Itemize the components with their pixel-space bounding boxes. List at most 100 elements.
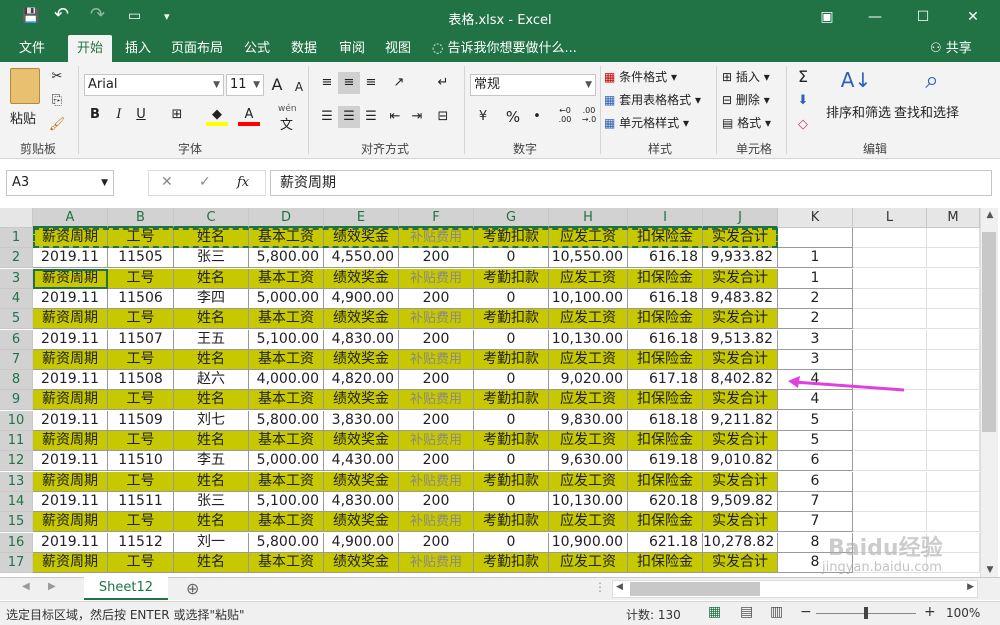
cut-icon[interactable]: ✂ xyxy=(46,66,68,88)
table-cell[interactable]: 李四 xyxy=(174,288,249,309)
table-cell[interactable]: 5,000.00 xyxy=(249,451,324,472)
scroll-right-icon[interactable]: ▶ xyxy=(967,582,974,592)
header-cell[interactable]: 实发合计 xyxy=(703,228,778,248)
delete-cells-button[interactable]: ⊟ 删除 ▾ xyxy=(722,91,770,108)
header-cell[interactable]: 姓名 xyxy=(174,390,249,411)
empty-cell[interactable] xyxy=(927,309,980,330)
row-header[interactable]: 7 xyxy=(0,349,33,370)
column-header-d[interactable]: D xyxy=(249,208,324,228)
header-cell[interactable]: 补贴费用 xyxy=(399,431,474,451)
orientation-icon[interactable]: ↗ xyxy=(388,72,410,94)
header-cell[interactable]: 扣保险金 xyxy=(628,349,703,370)
header-cell[interactable]: 应发工资 xyxy=(549,390,628,411)
clear-icon[interactable]: ◇ xyxy=(792,114,814,136)
empty-cell[interactable] xyxy=(927,288,980,309)
header-cell[interactable]: 薪资周期 xyxy=(33,390,108,411)
header-cell[interactable]: 姓名 xyxy=(174,431,249,451)
table-cell[interactable]: 4,830.00 xyxy=(324,329,399,350)
k-cell[interactable]: 6 xyxy=(778,471,853,492)
table-cell[interactable]: 3,830.00 xyxy=(324,410,399,431)
table-cell[interactable]: 616.18 xyxy=(628,329,703,350)
table-cell[interactable]: 11510 xyxy=(108,451,174,472)
table-cell[interactable]: 9,830.00 xyxy=(549,410,628,431)
header-cell[interactable]: 基本工资 xyxy=(249,228,324,248)
header-cell[interactable]: 补贴费用 xyxy=(399,390,474,411)
header-cell[interactable]: 补贴费用 xyxy=(399,268,474,289)
empty-cell[interactable] xyxy=(853,349,927,370)
empty-cell[interactable] xyxy=(927,431,980,451)
empty-cell[interactable] xyxy=(853,451,927,472)
empty-cell[interactable] xyxy=(927,329,980,350)
table-cell[interactable]: 2019.11 xyxy=(33,491,108,512)
table-cell[interactable]: 9,509.82 xyxy=(703,491,778,512)
copy-icon[interactable]: ⎘ xyxy=(46,90,68,112)
row-header[interactable]: 6 xyxy=(0,329,33,350)
row-header[interactable]: 9 xyxy=(0,390,33,411)
table-cell[interactable]: 200 xyxy=(399,532,474,553)
table-cell[interactable]: 9,630.00 xyxy=(549,451,628,472)
header-cell[interactable]: 补贴费用 xyxy=(399,228,474,248)
header-cell[interactable]: 薪资周期 xyxy=(33,349,108,370)
enter-icon[interactable]: ✓ xyxy=(199,174,211,190)
find-select-button[interactable]: 查找和选择 xyxy=(894,102,959,121)
table-cell[interactable]: 0 xyxy=(474,329,549,350)
header-cell[interactable]: 姓名 xyxy=(174,228,249,248)
ribbon-display-icon[interactable]: ▣ xyxy=(804,0,850,35)
table-cell[interactable]: 2019.11 xyxy=(33,329,108,350)
k-cell[interactable]: 4 xyxy=(778,370,853,391)
table-cell[interactable]: 200 xyxy=(399,248,474,269)
table-cell[interactable]: 0 xyxy=(474,410,549,431)
header-cell[interactable]: 实发合计 xyxy=(703,471,778,492)
empty-cell[interactable] xyxy=(853,309,927,330)
column-header-h[interactable]: H xyxy=(549,208,628,228)
find-icon[interactable]: ⌕ xyxy=(912,66,952,98)
zoom-in-button[interactable]: + xyxy=(924,604,936,620)
empty-cell[interactable] xyxy=(853,431,927,451)
table-cell[interactable]: 0 xyxy=(474,288,549,309)
header-cell[interactable]: 工号 xyxy=(108,390,174,411)
row-header[interactable]: 2 xyxy=(0,248,33,269)
header-cell[interactable]: 补贴费用 xyxy=(399,552,474,573)
header-cell[interactable]: 考勤扣款 xyxy=(474,228,549,248)
phonetic-guide-button[interactable]: 文 xyxy=(280,114,293,133)
k-cell[interactable]: 1 xyxy=(778,268,853,289)
row-header[interactable]: 17 xyxy=(0,552,33,573)
table-cell[interactable]: 李五 xyxy=(174,451,249,472)
table-cell[interactable]: 8,402.82 xyxy=(703,370,778,391)
k-cell[interactable]: 1 xyxy=(778,248,853,269)
header-cell[interactable]: 基本工资 xyxy=(249,268,324,289)
table-cell[interactable]: 2019.11 xyxy=(33,410,108,431)
table-cell[interactable]: 11507 xyxy=(108,329,174,350)
table-cell[interactable]: 4,550.00 xyxy=(324,248,399,269)
table-cell[interactable]: 200 xyxy=(399,451,474,472)
empty-cell[interactable] xyxy=(927,491,980,512)
k-cell[interactable]: 4 xyxy=(778,390,853,411)
table-cell[interactable]: 4,820.00 xyxy=(324,370,399,391)
empty-cell[interactable] xyxy=(853,370,927,391)
row-header[interactable]: 4 xyxy=(0,288,33,309)
scroll-up-icon[interactable]: ▲ xyxy=(981,210,999,220)
empty-cell[interactable] xyxy=(853,248,927,269)
align-center-icon[interactable]: ☰ xyxy=(338,106,360,128)
sort-filter-icon[interactable]: A↓ xyxy=(836,68,876,98)
header-cell[interactable]: 考勤扣款 xyxy=(474,512,549,533)
table-cell[interactable]: 9,020.00 xyxy=(549,370,628,391)
empty-cell[interactable] xyxy=(853,471,927,492)
share-button[interactable]: ⚇ 共享 xyxy=(930,35,972,62)
row-header[interactable]: 3 xyxy=(0,268,33,289)
table-cell[interactable]: 618.18 xyxy=(628,410,703,431)
font-size-select[interactable]: 11 ▼ xyxy=(226,74,264,96)
table-cell[interactable]: 5,000.00 xyxy=(249,288,324,309)
table-cell[interactable]: 11512 xyxy=(108,532,174,553)
header-cell[interactable]: 基本工资 xyxy=(249,309,324,330)
table-cell[interactable]: 5,100.00 xyxy=(249,491,324,512)
table-cell[interactable]: 616.18 xyxy=(628,288,703,309)
table-cell[interactable]: 10,130.00 xyxy=(549,491,628,512)
k-cell[interactable]: 3 xyxy=(778,329,853,350)
table-cell[interactable]: 616.18 xyxy=(628,248,703,269)
header-cell[interactable]: 薪资周期 xyxy=(33,471,108,492)
empty-cell[interactable] xyxy=(853,491,927,512)
bold-button[interactable]: B xyxy=(84,104,106,126)
table-cell[interactable]: 620.18 xyxy=(628,491,703,512)
empty-cell[interactable] xyxy=(853,410,927,431)
